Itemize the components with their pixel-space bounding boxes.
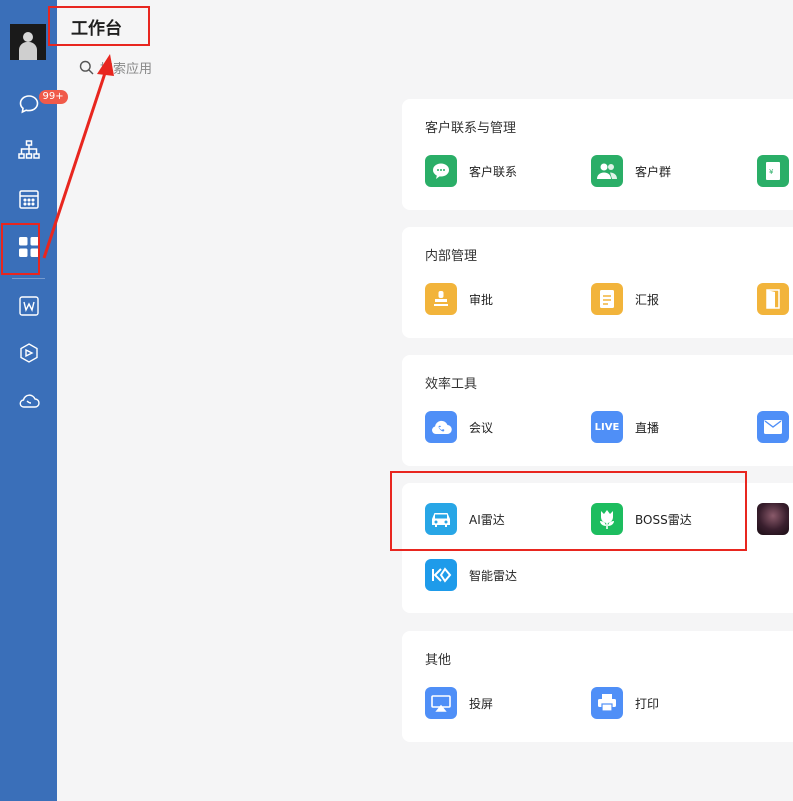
section-efficiency-tools: 效率工具 会议 LIVE 直播 bbox=[402, 355, 793, 466]
hexagon-cube-icon bbox=[18, 342, 40, 368]
app-label: 智能雷达 bbox=[469, 568, 518, 583]
app-customer-contact[interactable]: 客户联系 bbox=[425, 155, 517, 187]
section-internal-management: 内部管理 审批 汇报 bbox=[402, 227, 793, 338]
car-icon bbox=[425, 503, 457, 535]
svg-text:¥: ¥ bbox=[769, 168, 774, 176]
app-label: AI雷达 bbox=[469, 512, 505, 527]
photo-thumbnail bbox=[757, 503, 789, 535]
app-live[interactable]: LIVE 直播 bbox=[591, 411, 659, 443]
app-label: BOSS雷达 bbox=[635, 512, 692, 527]
live-icon: LIVE bbox=[591, 411, 623, 443]
sidebar-item-workbench[interactable] bbox=[0, 229, 57, 269]
search-icon bbox=[79, 60, 94, 79]
section-title: 客户联系与管理 bbox=[425, 121, 517, 136]
section-other: 其他 投屏 打印 bbox=[402, 631, 793, 742]
app-approval[interactable]: 审批 bbox=[425, 283, 493, 315]
sidebar-item-drive[interactable] bbox=[0, 335, 57, 375]
section-customer-contact: 客户联系与管理 客户联系 客户群 ¥ bbox=[402, 99, 793, 210]
app-label: 审批 bbox=[469, 292, 494, 307]
w-doc-icon bbox=[18, 295, 40, 321]
screen-cast-icon bbox=[425, 687, 457, 719]
app-photo[interactable] bbox=[757, 503, 789, 535]
app-label: 直播 bbox=[635, 420, 660, 435]
app-label: 客户联系 bbox=[469, 164, 518, 179]
phone-cloud-icon bbox=[425, 411, 457, 443]
stamp-icon bbox=[425, 283, 457, 315]
app-label: 会议 bbox=[469, 420, 494, 435]
printer-icon bbox=[591, 687, 623, 719]
app-meeting[interactable]: 会议 bbox=[425, 411, 493, 443]
app-print[interactable]: 打印 bbox=[591, 687, 659, 719]
app-green-doc[interactable]: ¥ bbox=[757, 155, 789, 187]
green-doc-icon: ¥ bbox=[757, 155, 789, 187]
app-screen-cast[interactable]: 投屏 bbox=[425, 687, 493, 719]
mail-icon bbox=[757, 411, 789, 443]
grid-apps-icon bbox=[18, 236, 40, 262]
page-title: 工作台 bbox=[71, 19, 122, 39]
search-bar[interactable] bbox=[79, 58, 289, 80]
app-customer-group[interactable]: 客户群 bbox=[591, 155, 671, 187]
cloud-icon bbox=[17, 390, 41, 416]
unread-badge: 99+ bbox=[38, 90, 68, 104]
app-label: 打印 bbox=[635, 696, 660, 711]
sidebar-item-calendar[interactable] bbox=[0, 181, 57, 221]
kk-logo-icon bbox=[425, 559, 457, 591]
app-label: 汇报 bbox=[635, 292, 660, 307]
app-mail[interactable] bbox=[757, 411, 789, 443]
app-boss-radar[interactable]: BOSS雷达 bbox=[591, 503, 692, 535]
section-title: 效率工具 bbox=[425, 377, 478, 392]
sidebar-divider bbox=[12, 278, 45, 279]
wechat-chat-icon bbox=[425, 155, 457, 187]
calendar-icon bbox=[17, 187, 41, 215]
app-ai-radar[interactable]: AI雷达 bbox=[425, 503, 505, 535]
search-input[interactable] bbox=[94, 61, 280, 77]
app-smart-radar[interactable]: 智能雷达 bbox=[425, 559, 517, 591]
report-icon bbox=[591, 283, 623, 315]
section-title: 内部管理 bbox=[425, 249, 478, 264]
sidebar-item-contacts[interactable] bbox=[0, 132, 57, 172]
section-radar: AI雷达 BOSS雷达 智能雷达 bbox=[402, 483, 793, 613]
app-label: 投屏 bbox=[469, 696, 494, 711]
section-title: 其他 bbox=[425, 653, 452, 668]
org-chart-icon bbox=[17, 138, 41, 166]
chat-bubble-icon: 99+ bbox=[17, 90, 68, 116]
app-label: 客户群 bbox=[635, 164, 672, 179]
sidebar-item-cloud[interactable] bbox=[0, 383, 57, 423]
app-report[interactable]: 汇报 bbox=[591, 283, 659, 315]
sidebar-item-messages[interactable]: 99+ bbox=[0, 84, 68, 124]
app-door[interactable] bbox=[757, 283, 789, 315]
sidebar: 99+ bbox=[0, 0, 68, 801]
customer-group-icon bbox=[591, 155, 623, 187]
tulip-icon bbox=[591, 503, 623, 535]
avatar[interactable] bbox=[10, 24, 46, 60]
sidebar-item-docs[interactable] bbox=[0, 288, 57, 328]
door-icon bbox=[757, 283, 789, 315]
